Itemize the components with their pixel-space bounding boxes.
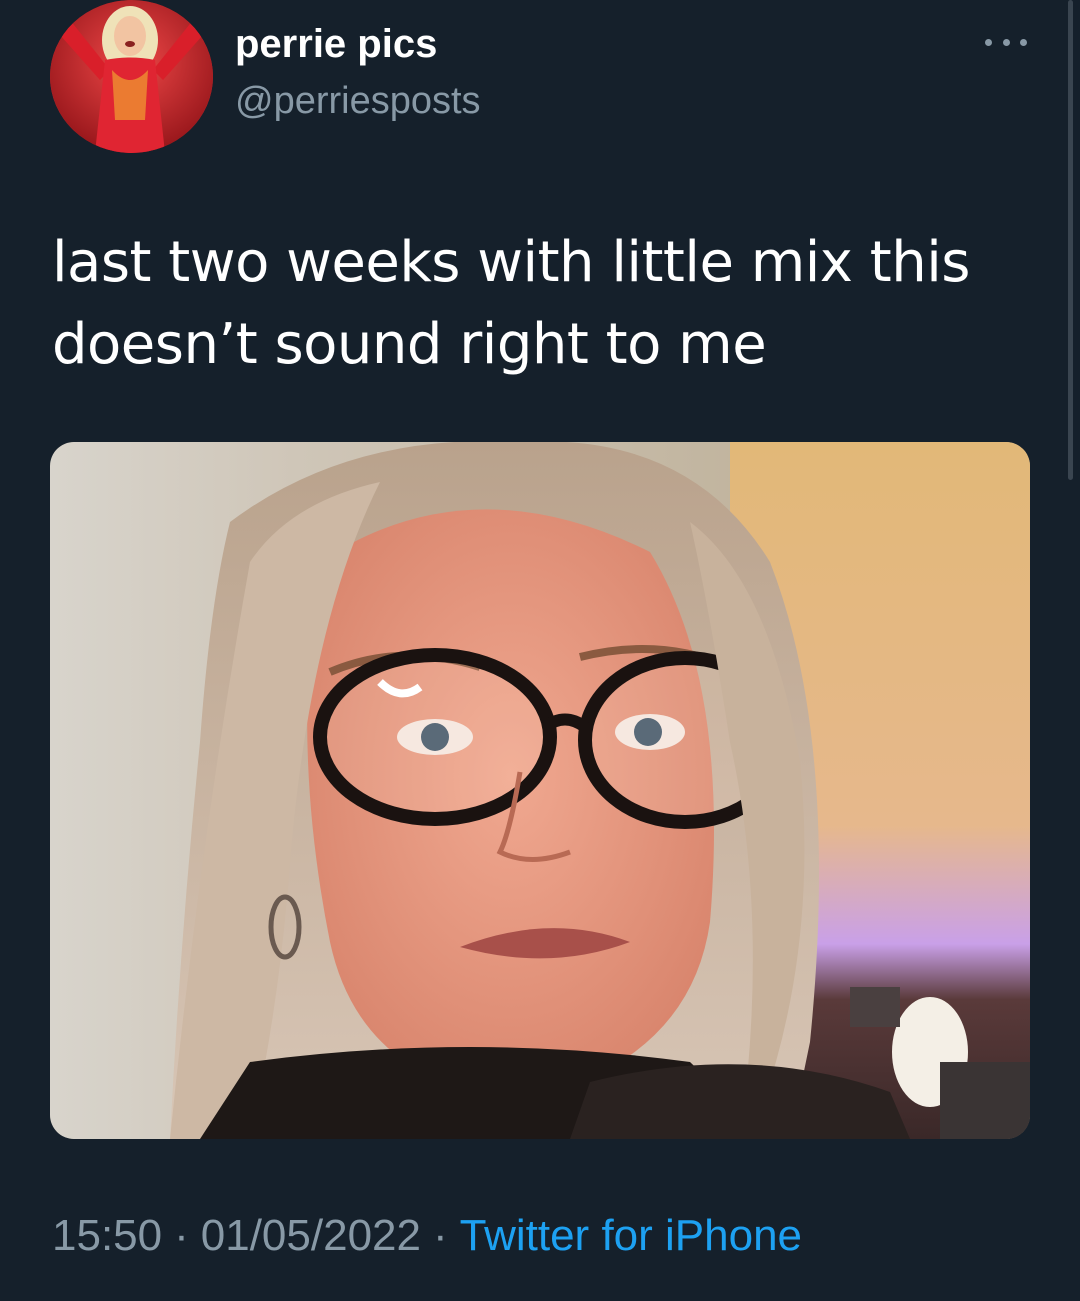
tweet-meta: 15:50 · 01/05/2022 · Twitter for iPhone (52, 1208, 802, 1264)
more-options-icon[interactable] (985, 30, 1027, 54)
tweet-text: last two weeks with little mix this does… (52, 230, 970, 377)
display-name[interactable]: perrie pics (235, 20, 437, 68)
tweet-date[interactable]: 01/05/2022 (201, 1211, 421, 1260)
meta-separator: · (432, 1211, 448, 1260)
dot (1002, 38, 1010, 46)
tweet-media-image[interactable] (50, 442, 1030, 1139)
tweet-source-link[interactable]: Twitter for iPhone (460, 1211, 802, 1260)
tweet-time[interactable]: 15:50 (52, 1211, 162, 1260)
avatar[interactable] (50, 0, 213, 153)
dot (1020, 38, 1027, 46)
meta-separator: · (174, 1211, 189, 1260)
tweet: perrie pics @perriesposts last two weeks… (0, 0, 1080, 1301)
scrollbar[interactable] (1068, 0, 1073, 480)
user-handle[interactable]: @perriesposts (235, 78, 481, 124)
dot (985, 38, 992, 46)
